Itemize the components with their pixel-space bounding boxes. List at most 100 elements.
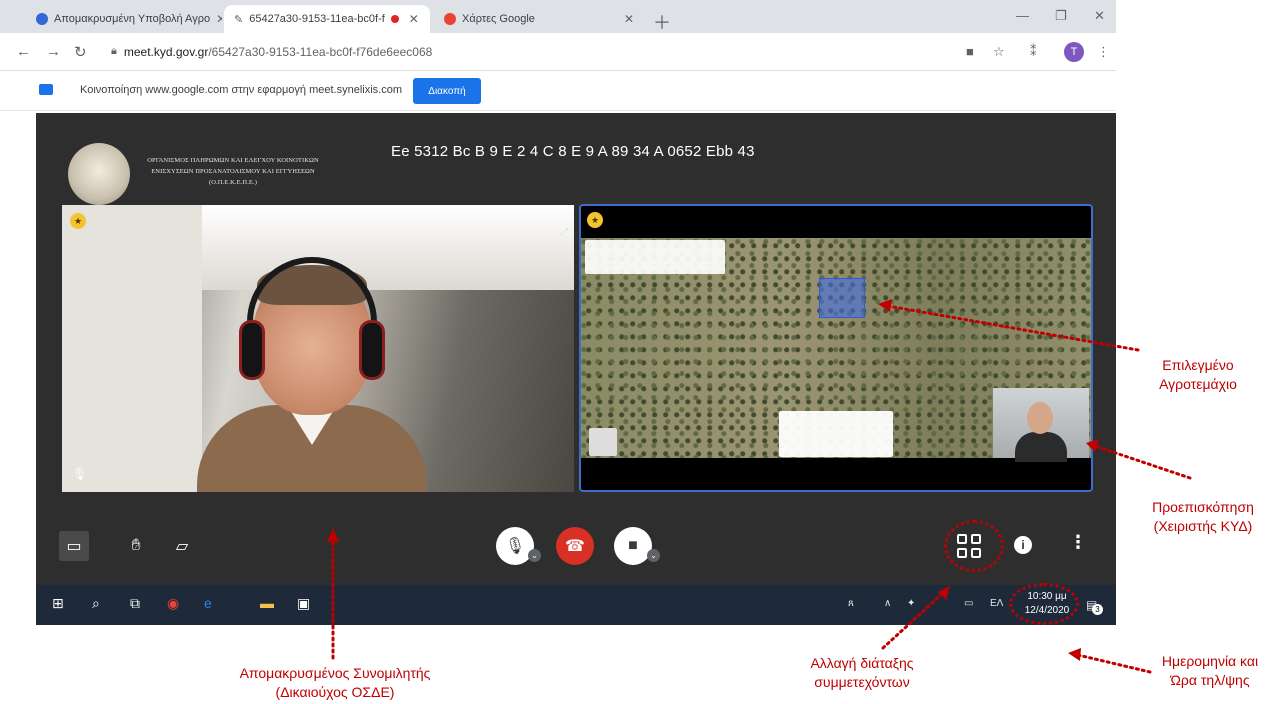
- org-line-1: ΟΡΓΑΝΙΣΜΟΣ ΠΛΗΡΩΜΩΝ ΚΑΙ ΕΛΕΓΧΟΥ ΚΟΙΝΟΤΙΚ…: [147, 157, 319, 164]
- windows-taskbar: ⊞ ⌕ ⧉ ◉ e ▬ ▣ ጸ ∧ ✦ ▭ ΕΛ 10:30 μμ 12/4/2…: [36, 585, 1116, 625]
- satellite-map: [581, 238, 1091, 462]
- phone-hangup-icon: ☎︎: [565, 538, 585, 555]
- org-line-3: (Ο.Π.Ε.Κ.Ε.Π.Ε.): [209, 179, 257, 186]
- annotation-line: (Χειριστής ΚΥΔ): [1153, 518, 1253, 534]
- annotation-line: Αλλαγή διάταξης: [810, 655, 914, 671]
- store-icon[interactable]: ▣: [297, 595, 310, 612]
- tab-title: Απομακρυσμένη Υποβολή Αγρο: [54, 13, 211, 25]
- address-bar[interactable]: 🔒︎ meet.kyd.gov.gr/65427a30-9153-11ea-bc…: [101, 39, 951, 64]
- people-icon[interactable]: ጸ: [848, 598, 854, 609]
- tab-remote-submission[interactable]: Απομακρυσμένη Υποβολή Αγρο ✕: [26, 5, 222, 33]
- chevron-down-icon[interactable]: ⌄: [528, 549, 541, 562]
- tab-meeting[interactable]: ✎ 65427a30-9153-11ea-bc0f-f ✕: [224, 5, 430, 33]
- hang-up-button[interactable]: ☎︎: [556, 527, 594, 565]
- close-icon[interactable]: ✕: [624, 12, 634, 26]
- close-icon[interactable]: ✕: [216, 12, 222, 26]
- arrowhead-date-time: [1068, 648, 1081, 661]
- annotation-line: (Δικαιούχος ΟΣΔΕ): [275, 684, 395, 700]
- annotation-line: Απομακρυσμένος Συνομιλητής: [239, 665, 431, 681]
- shared-screen-tile[interactable]: ★: [579, 204, 1093, 492]
- chat-button[interactable]: ▱: [167, 531, 197, 561]
- star-icon[interactable]: ☆: [993, 44, 1005, 60]
- lock-icon: 🔒︎: [111, 45, 117, 57]
- preview-person-body: [1015, 432, 1067, 462]
- meeting-area: ΟΡΓΑΝΙΣΜΟΣ ΠΛΗΡΩΜΩΝ ΚΑΙ ΕΛΕΓΧΟΥ ΚΟΙΝΟΤΙΚ…: [36, 113, 1116, 625]
- window-close-icon[interactable]: ✕: [1094, 8, 1105, 24]
- task-view-icon[interactable]: ⧉: [130, 595, 140, 612]
- dropbox-icon[interactable]: ✦: [907, 598, 915, 609]
- browser-toolbar: ← → ↻ 🔒︎ meet.kyd.gov.gr/65427a30-9153-1…: [0, 33, 1116, 71]
- tab-google-maps[interactable]: Χάρτες Google ✕: [434, 5, 644, 33]
- annotation-line: Αγροτεμάχιο: [1159, 376, 1237, 392]
- windows-start-icon[interactable]: ⊞: [52, 595, 64, 612]
- quill-icon: ✎: [234, 13, 244, 26]
- annotation-preview: Προεπισκόπηση (Χειριστής ΚΥΔ): [1138, 498, 1268, 536]
- hand-icon: ✋︎: [131, 537, 141, 554]
- annotation-layout-change: Αλλαγή διάταξης συμμετεχόντων: [792, 654, 932, 692]
- microphone-icon: 🎙︎: [504, 538, 526, 555]
- meeting-title: Ee 5312 Bc B 9 E 2 4 C 8 E 9 A 89 34 A 0…: [391, 143, 755, 160]
- remote-participant-video[interactable]: ★ 🎙︎ ⤢: [62, 205, 574, 492]
- reload-icon[interactable]: ↻: [74, 43, 87, 61]
- chat-icon: ▱: [175, 538, 189, 555]
- forward-icon[interactable]: →: [46, 43, 61, 60]
- organization-name: ΟΡΓΑΝΙΣΜΟΣ ΠΛΗΡΩΜΩΝ ΚΑΙ ΕΛΕΓΧΟΥ ΚΟΙΝΟΤΙΚ…: [133, 155, 333, 188]
- infobar-message: Κοινοποίηση www.google.com στην εφαρμογή…: [80, 84, 403, 96]
- annotation-line: Ώρα τηλ/ψης: [1170, 672, 1250, 688]
- selected-parcel: [819, 278, 865, 318]
- participant-badge-icon: ★: [70, 213, 86, 229]
- restore-icon[interactable]: ❐: [1055, 8, 1067, 24]
- stop-sharing-button[interactable]: Διακοπή: [413, 78, 481, 104]
- extension-icon[interactable]: ⁑: [1030, 44, 1037, 60]
- annotation-line: συμμετεχόντων: [814, 674, 910, 690]
- headset-band: [247, 257, 377, 327]
- annotation-remote-speaker: Απομακρυσμένος Συνομιλητής (Δικαιούχος Ο…: [200, 664, 470, 702]
- language-indicator[interactable]: ΕΛ: [990, 598, 1003, 609]
- url-text[interactable]: meet.kyd.gov.gr/65427a30-9153-11ea-bc0f-…: [124, 45, 432, 59]
- edge-icon[interactable]: e: [204, 595, 212, 611]
- more-options-button[interactable]: ⋮: [1069, 532, 1087, 553]
- clock-highlight: [1009, 583, 1079, 625]
- close-icon[interactable]: ✕: [409, 12, 419, 26]
- camera-icon[interactable]: ■: [966, 44, 974, 59]
- screen-share-infobar: Κοινοποίηση www.google.com στην εφαρμογή…: [0, 71, 1116, 111]
- tab-title: Χάρτες Google: [462, 13, 535, 25]
- profile-avatar[interactable]: T: [1064, 42, 1084, 62]
- annotation-date-time: Ημερομηνία και Ώρα τηλ/ψης: [1146, 652, 1274, 690]
- url-domain: meet.kyd.gov.gr: [123, 44, 209, 59]
- back-icon[interactable]: ←: [16, 43, 31, 60]
- monitor-icon: ▭: [66, 538, 82, 555]
- org-line-2: ΕΝΙΣΧΥΣΕΩΝ ΠΡΟΣΑΝΑΤΟΛΙΣΜΟΥ ΚΑΙ ΕΓΓΥΗΣΕΩΝ: [151, 168, 315, 175]
- screen-share-icon: [39, 84, 53, 95]
- battery-icon[interactable]: ▭: [964, 598, 973, 609]
- camera-button[interactable]: ■: [614, 527, 652, 565]
- self-preview-video: [993, 388, 1089, 462]
- annotation-selected-parcel: Επιλεγμένο Αγροτεμάχιο: [1138, 356, 1258, 394]
- globe-icon: [36, 13, 48, 25]
- menu-icon[interactable]: ⋮: [1097, 44, 1110, 60]
- raise-hand-button[interactable]: ✋︎: [121, 531, 151, 561]
- map-layer-thumbnail: [589, 428, 617, 456]
- preview-person-head: [1027, 402, 1053, 434]
- annotation-line: Προεπισκόπηση: [1152, 499, 1254, 515]
- map-pin-icon: [444, 13, 456, 25]
- measurement-popup: [779, 411, 893, 457]
- participant-image: [197, 257, 427, 492]
- organization-logo: [68, 143, 130, 205]
- chevron-up-icon[interactable]: ∧: [884, 598, 891, 609]
- info-button[interactable]: i: [1014, 536, 1032, 554]
- chevron-down-icon[interactable]: ⌄: [647, 549, 660, 562]
- annotation-line: Ημερομηνία και: [1161, 653, 1259, 669]
- expand-icon[interactable]: ⤢: [560, 227, 568, 238]
- browser-tab-strip: Απομακρυσμένη Υποβολή Αγρο ✕ ✎ 65427a30-…: [0, 0, 1116, 33]
- screen-share-button[interactable]: ▭: [59, 531, 89, 561]
- new-tab-button[interactable]: ＋: [653, 9, 671, 35]
- url-path: /65427a30-9153-11ea-bc0f-f76de6eec068: [208, 44, 433, 59]
- chrome-icon[interactable]: ◉: [167, 595, 179, 612]
- annotation-line: Επιλεγμένο: [1162, 357, 1234, 373]
- minimize-icon[interactable]: —: [1016, 8, 1029, 23]
- screenshot-stage: Απομακρυσμένη Υποβολή Αγρο ✕ ✎ 65427a30-…: [0, 0, 1274, 704]
- file-explorer-icon[interactable]: ▬: [260, 595, 274, 611]
- map-search-box: [585, 240, 725, 274]
- search-icon[interactable]: ⌕: [92, 595, 100, 612]
